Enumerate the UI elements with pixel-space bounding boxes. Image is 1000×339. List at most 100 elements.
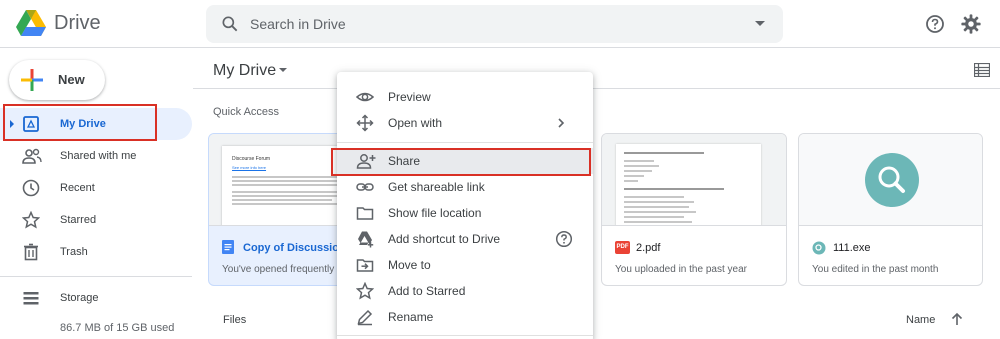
title-divider [193,88,1000,89]
google-docs-icon [222,240,234,254]
file-activity: You've opened frequently [222,264,335,275]
menu-item-label: Get shareable link [388,180,485,194]
preview-text-line [232,184,342,186]
menu-item-label: Move to [388,258,431,272]
menu-item-add-shortcut-to-drive[interactable]: Add shortcut to Drive [337,226,593,252]
sidebar-item-trash[interactable]: Trash [0,236,192,268]
preview-text-line [624,216,684,218]
sidebar-item-label: Recent [60,182,95,194]
preview-text-line [624,211,696,213]
colorful-plus-icon [21,69,43,91]
drive-logo[interactable]: Drive [16,10,101,37]
preview-text-line [624,160,654,162]
help-icon[interactable] [925,14,945,34]
preview-text-line [232,203,352,205]
sidebar-item-label: Trash [60,246,88,258]
menu-item-show-file-location[interactable]: Show file location [337,200,593,226]
sidebar-item-shared-with-me[interactable]: Shared with me [0,140,192,172]
menu-item-label: Preview [388,90,431,104]
menu-separator [337,335,593,336]
sidebar-item-label: Storage [60,292,99,304]
preview-text-line [624,175,644,177]
preview-text-line [624,188,724,190]
storage-usage-text: 86.7 MB of 15 GB used [60,322,175,334]
preview-text-line [232,180,352,182]
search-icon[interactable] [220,14,240,34]
preview-link: See more info here [232,165,267,170]
menu-item-label: Add shortcut to Drive [388,232,501,246]
preview-text-line [624,180,638,182]
preview-text-line [624,221,692,223]
menu-separator [337,142,593,143]
move-to-icon [356,259,374,272]
link-icon [356,183,374,191]
clock-icon [22,179,40,197]
search-bar[interactable] [206,5,783,43]
star-icon [356,282,374,300]
file-thumbnail [799,134,982,226]
star-icon [22,211,40,229]
menu-item-label: Rename [388,310,434,324]
menu-item-label: Show file location [388,206,482,220]
sidebar-item-storage[interactable]: Storage [0,282,192,314]
file-activity: You uploaded in the past year [615,264,747,275]
page-title[interactable]: My Drive [213,62,276,80]
file-activity: You edited in the past month [812,264,939,275]
exe-search-preview-icon [865,153,919,207]
google-drive-logo-icon [16,10,46,36]
menu-item-move-to[interactable]: Move to [337,252,593,278]
page-title-dropdown-icon[interactable] [279,68,287,72]
sidebar-item-label: Starred [60,214,97,226]
new-button-label: New [58,72,85,87]
menu-item-open-with[interactable]: Open with [337,110,593,136]
pdf-icon: PDF [615,241,630,254]
search-options-dropdown-icon[interactable] [755,21,765,26]
app-name: Drive [54,12,101,34]
storage-icon [23,292,39,305]
preview-text-line [232,195,350,197]
move-arrows-icon [356,114,374,132]
sidebar-item-label: Shared with me [60,150,137,162]
files-heading: Files [223,314,247,326]
menu-item-rename[interactable]: Rename [337,304,593,330]
quick-access-card-2-pdf[interactable]: PDF 2.pdf You uploaded in the past year [601,133,787,286]
settings-gear-icon[interactable] [960,13,982,35]
menu-item-label: Add to Starred [388,284,466,298]
list-view-icon[interactable] [974,63,990,77]
preview-text-line [624,165,659,167]
new-button[interactable]: New [9,60,105,100]
sidebar-item-recent[interactable]: Recent [0,172,192,204]
preview-title: Discourse Forum [232,156,271,162]
highlight-box-share [331,148,591,176]
drive-shortcut-icon [358,231,374,248]
menu-item-get-shareable-link[interactable]: Get shareable link [337,174,593,200]
chevron-right-icon [558,118,565,128]
preview-text-line [624,152,704,154]
file-name: 2.pdf [636,242,661,254]
quick-access-card-111-exe[interactable]: 111.exe You edited in the past month [798,133,983,286]
preview-text-line [624,196,684,198]
trash-icon [24,243,38,261]
highlight-box-my-drive [3,104,157,141]
preview-text-line [624,170,652,172]
preview-text-line [232,199,332,201]
menu-item-preview[interactable]: Preview [337,84,593,110]
help-icon[interactable] [555,230,573,248]
people-icon [22,148,42,164]
file-context-menu: Preview Open with Share Get shareable li… [337,72,593,339]
quick-access-heading: Quick Access [213,106,280,118]
menu-item-add-to-starred[interactable]: Add to Starred [337,278,593,304]
preview-text-line [624,201,694,203]
sort-ascending-arrow-icon[interactable] [950,312,964,326]
exe-icon [812,241,826,255]
search-input[interactable] [250,5,730,43]
sidebar-item-starred[interactable]: Starred [0,204,192,236]
preview-text-line [624,206,689,208]
file-name: Copy of Discussion [243,242,346,254]
pencil-icon [357,309,373,326]
folder-icon [356,207,374,220]
sidebar-divider [0,276,192,277]
eye-icon [356,92,374,102]
pdf-preview [616,144,761,225]
sort-by-name-button[interactable]: Name [906,314,935,326]
